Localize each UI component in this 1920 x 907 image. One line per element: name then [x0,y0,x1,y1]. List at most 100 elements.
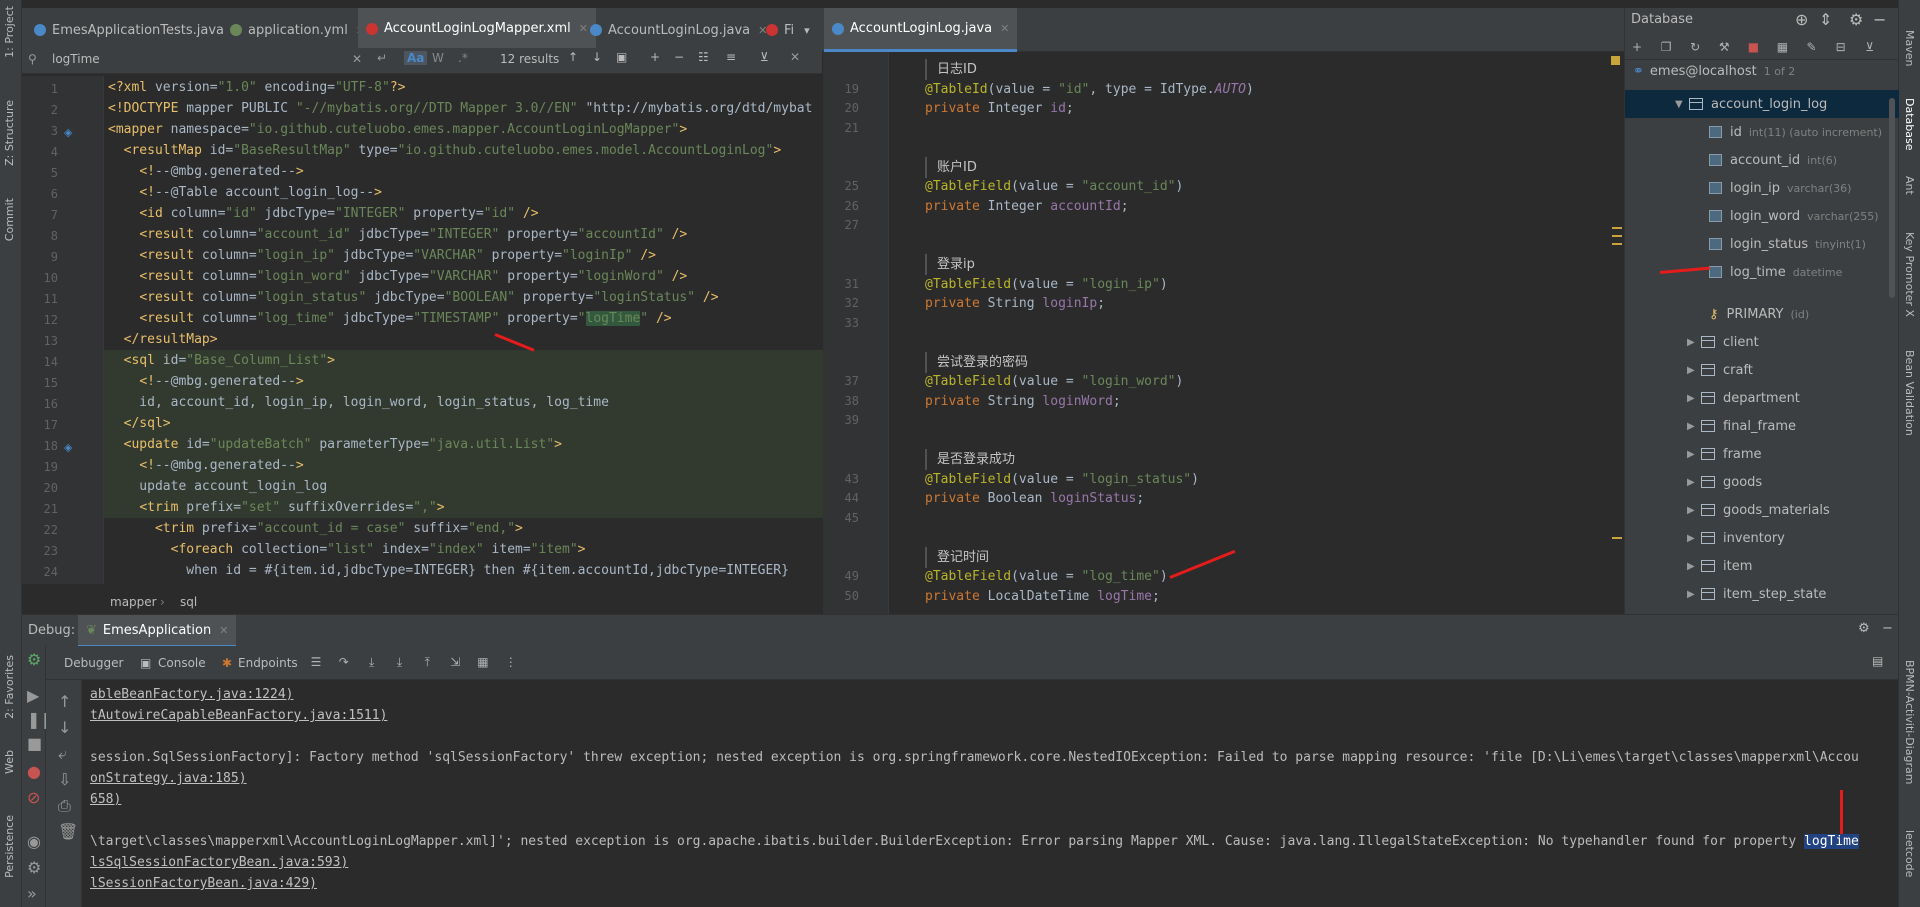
web-tool-button[interactable]: Web [3,750,16,774]
connection-node[interactable]: ⚭ emes@localhost 1 of 2 [1633,60,1795,82]
force-step-into-icon[interactable]: ⤓ [391,654,407,670]
warning-icon[interactable] [1611,56,1620,65]
select-all-icon[interactable]: ▣ [616,50,627,64]
tab-account-login-log-java-right[interactable]: AccountLoginLog.java ✕ [824,8,1018,52]
clear-search-icon[interactable]: ✕ [352,52,362,66]
more-icon[interactable]: » [27,884,37,903]
close-find-icon[interactable]: ✕ [790,50,800,64]
table-node-goods[interactable]: ▶ goods [1687,468,1762,496]
scroll-to-end-icon[interactable]: ⇩ [58,770,71,789]
step-into-icon[interactable]: ⤓ [364,654,380,670]
structure-tool-button[interactable]: Z: Structure [3,100,16,166]
column-node-account-id[interactable]: account_id int(6) [1709,146,1837,174]
key-promoter-tool-button[interactable]: Key Promoter X [1903,232,1916,317]
toggle-filter-icon[interactable]: ⊻ [760,50,769,64]
breadcrumb-mapper[interactable]: mapper [110,595,157,609]
minimize-icon[interactable]: − [1882,621,1893,636]
table-node-craft[interactable]: ▶ craft [1687,356,1753,384]
tab-emes-application-tests[interactable]: EmesApplicationTests.java✕ [26,8,249,52]
collapse-icon[interactable]: ⇕ [1819,10,1832,29]
java-editor[interactable]: 日志ID @TableId(value = "id", type = IdType… [889,52,1609,614]
maven-tool-button[interactable]: Maven [1903,30,1916,66]
project-tool-button[interactable]: 1: Project [3,6,16,58]
add-occurrence-icon[interactable]: + [650,50,660,64]
menu-icon[interactable]: ☰ [308,654,324,670]
table-node-client[interactable]: ▶ client [1687,328,1759,356]
persistence-tool-button[interactable]: Persistence [3,815,16,878]
commit-tool-button[interactable]: Commit [3,198,16,241]
tab-account-login-log-mapper[interactable]: AccountLoginLogMapper.xml ✕ [358,8,596,52]
gear-icon[interactable]: ⚙ [1858,621,1870,636]
column-node-login-status[interactable]: login_status tinyint(1) [1709,230,1866,258]
edit-icon[interactable]: ✎ [1804,39,1820,55]
globe-icon[interactable]: ⊕ [1795,10,1808,29]
settings-icon[interactable]: ⚙ [27,858,41,877]
database-tool-button[interactable]: Database [1903,98,1916,151]
table-node-item[interactable]: ▶ item [1687,552,1752,580]
mapper-icon[interactable]: ◈ [64,441,72,454]
mute-breakpoints-icon[interactable]: ⊘ [27,788,40,807]
table-node-inventory[interactable]: ▶ inventory [1687,524,1785,552]
stop-icon[interactable]: ■ [27,734,42,753]
table-node-item-step-state[interactable]: ▶ item_step_state [1687,580,1826,608]
table-node-final-frame[interactable]: ▶ final_frame [1687,412,1796,440]
remove-occurrence-icon[interactable]: − [674,50,684,64]
filter-icon[interactable]: ⊻ [1862,39,1878,55]
soft-wrap-icon[interactable]: ⤶ [58,744,67,764]
refresh-icon[interactable]: ↻ [1687,39,1703,55]
add-icon[interactable]: + [1629,39,1645,55]
step-over-icon[interactable]: ↷ [336,654,352,670]
whole-word-button[interactable]: W [432,51,444,65]
camera-icon[interactable]: ◉ [27,832,41,851]
regex-button[interactable]: .* [458,51,468,65]
gear-icon[interactable]: ⚙ [1849,10,1863,29]
next-occurrence-icon[interactable]: ↓ [592,50,602,64]
stop-icon[interactable]: ■ [1745,39,1761,55]
column-node-id[interactable]: id int(11) (auto increment) [1709,118,1882,146]
down-icon[interactable]: ↓ [58,718,71,737]
table-view-icon[interactable]: ▦ [1774,39,1790,55]
column-node-login-ip[interactable]: login_ip varchar(36) [1709,174,1851,202]
tab-console[interactable]: Console [158,656,206,670]
column-node-log-time[interactable]: log_time datetime [1709,258,1842,286]
tab-application-yml[interactable]: application.yml✕ [222,8,373,52]
table-node-account-login-log[interactable]: ▼ account_login_log [1625,90,1899,118]
console-output[interactable]: ableBeanFactory.java:1224) tAutowireCapab… [82,680,1898,907]
xml-editor[interactable]: <?xml version="1.0" encoding="UTF-8"?> <!… [104,76,824,584]
filter-lines-icon[interactable]: ≡ [726,50,736,64]
tab-account-login-log-java[interactable]: AccountLoginLog.java ✕ [582,8,775,52]
resume-icon[interactable]: ▶ [27,686,39,705]
table-node-frame[interactable]: ▶ frame [1687,440,1762,468]
column-node-login-word[interactable]: login_word varchar(255) [1709,202,1879,230]
chevron-down-icon[interactable]: ▾ [804,24,810,37]
tab-debugger[interactable]: Debugger [64,656,123,670]
copy-icon[interactable]: ❐ [1658,39,1674,55]
mapper-icon[interactable]: ◈ [64,126,72,139]
layout-icon[interactable]: ▤ [1872,654,1883,668]
scrollbar[interactable] [1889,98,1895,298]
breadcrumb-sql[interactable]: sql [180,595,197,609]
prev-occurrence-icon[interactable]: ↑ [568,50,578,64]
up-icon[interactable]: ↑ [58,692,71,711]
print-icon[interactable]: ⎙ [58,796,71,816]
bpmn-tool-button[interactable]: BPMN-Activiti-Diagram [1903,660,1916,785]
favorites-tool-button[interactable]: 2: Favorites [3,655,16,719]
minimize-icon[interactable]: − [1873,10,1886,29]
trace-icon[interactable]: ⋮ [503,654,519,670]
search-input[interactable]: logTime [52,52,100,66]
console-icon[interactable]: ⊟ [1833,39,1849,55]
view-breakpoints-icon[interactable]: ● [27,762,41,781]
run-to-cursor-icon[interactable]: ⇲ [447,654,463,670]
match-case-button[interactable]: Aa [404,51,428,65]
rerun-icon[interactable]: ⚙ [27,650,41,669]
tab-endpoints[interactable]: Endpoints [238,656,298,670]
step-out-icon[interactable]: ⤒ [419,654,435,670]
close-icon[interactable]: ✕ [219,624,228,637]
ant-tool-button[interactable]: Ant [1903,176,1916,195]
tab-fi[interactable]: Fi ▾ [758,8,818,52]
leetcode-tool-button[interactable]: leetcode [1903,830,1916,877]
bean-validation-tool-button[interactable]: Bean Validation [1903,350,1916,436]
select-all-occurrences-icon[interactable]: ☷ [698,50,709,64]
schema-icon[interactable]: ⚒ [1716,39,1732,55]
trash-icon[interactable]: 🗑 [58,822,78,841]
